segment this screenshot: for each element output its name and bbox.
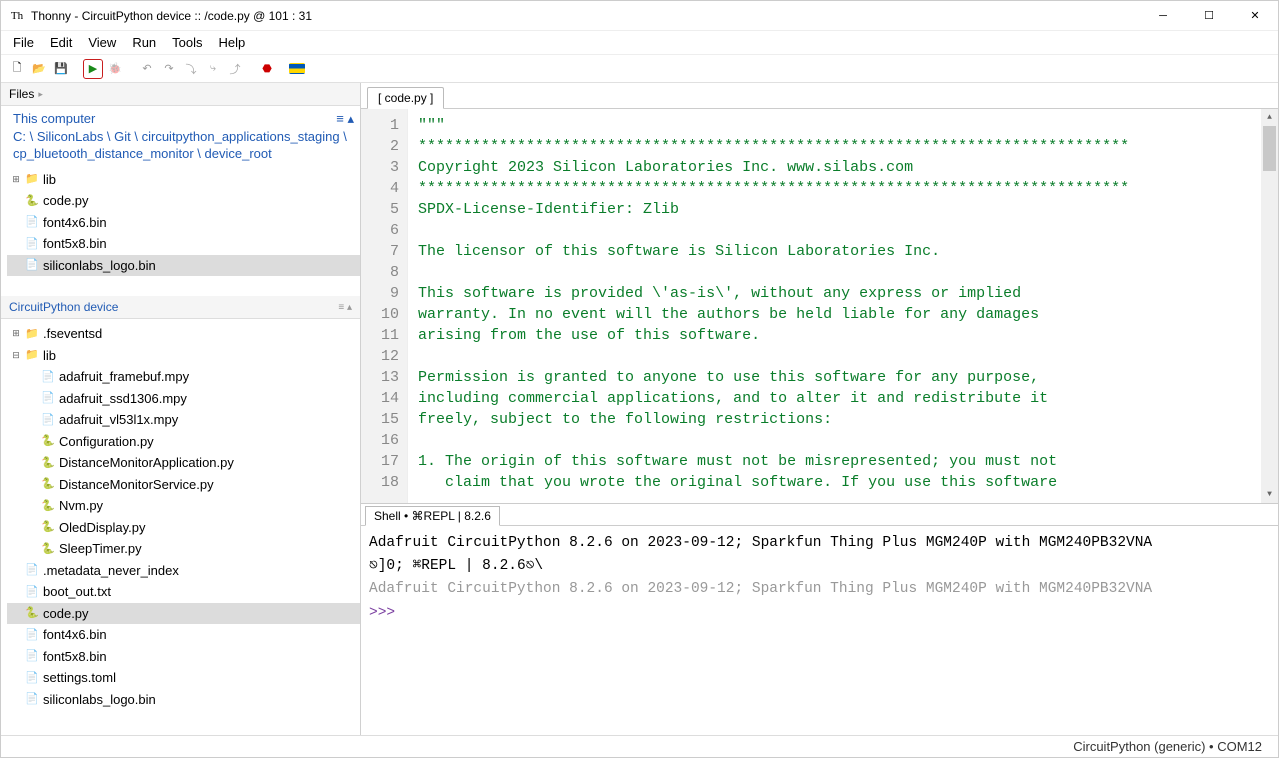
step-over-button[interactable]: ⤵ <box>181 59 201 79</box>
shell-output[interactable]: Adafruit CircuitPython 8.2.6 on 2023-09-… <box>361 526 1278 735</box>
file-lib[interactable]: ⊟📁lib <box>7 345 360 367</box>
close-button[interactable]: ✕ <box>1232 1 1278 31</box>
undo-button[interactable]: ↶ <box>137 59 157 79</box>
editor-tab-code[interactable]: [ code.py ] <box>367 87 444 109</box>
ukraine-flag-icon[interactable] <box>289 63 305 74</box>
file-Nvm.py[interactable]: 🐍Nvm.py <box>7 495 360 517</box>
menu-run[interactable]: Run <box>124 32 164 53</box>
app-icon: Th <box>9 8 25 24</box>
menu-file[interactable]: File <box>5 32 42 53</box>
menu-view[interactable]: View <box>80 32 124 53</box>
file-.fseventsd[interactable]: ⊞📁.fseventsd <box>7 323 360 345</box>
file-adafruit_ssd1306.mpy[interactable]: 📄adafruit_ssd1306.mpy <box>7 388 360 410</box>
toolbar: 🗋 📂 💾 ▶ 🐞 ↶ ↷ ⤵ ⤷ ⤴ ⬣ <box>1 55 1278 83</box>
stop-button[interactable]: ⬣ <box>257 59 277 79</box>
files-panel-header[interactable]: Files▸ <box>1 83 360 106</box>
files-sidebar: Files▸ This computer≡ ▴ C: \ SiliconLabs… <box>1 83 361 735</box>
file-SleepTimer.py[interactable]: 🐍SleepTimer.py <box>7 538 360 560</box>
file-.metadata_never_index[interactable]: 📄.metadata_never_index <box>7 560 360 582</box>
debug-button[interactable]: 🐞 <box>105 59 125 79</box>
new-file-button[interactable]: 🗋 <box>7 59 27 79</box>
open-file-button[interactable]: 📂 <box>29 59 49 79</box>
menu-edit[interactable]: Edit <box>42 32 80 53</box>
editor-area: [ code.py ] 123456789101112131415161718 … <box>361 83 1278 735</box>
file-settings.toml[interactable]: 📄settings.toml <box>7 667 360 689</box>
file-DistanceMonitorService.py[interactable]: 🐍DistanceMonitorService.py <box>7 474 360 496</box>
redo-button[interactable]: ↷ <box>159 59 179 79</box>
titlebar: Th Thonny - CircuitPython device :: /cod… <box>1 1 1278 31</box>
save-file-button[interactable]: 💾 <box>51 59 71 79</box>
file-adafruit_vl53l1x.mpy[interactable]: 📄adafruit_vl53l1x.mpy <box>7 409 360 431</box>
run-button[interactable]: ▶ <box>83 59 103 79</box>
editor-scrollbar[interactable]: ▲ ▼ <box>1261 109 1278 503</box>
step-into-button[interactable]: ⤷ <box>203 59 223 79</box>
code-text[interactable]: """*************************************… <box>408 109 1261 503</box>
file-siliconlabs_logo.bin[interactable]: 📄siliconlabs_logo.bin <box>7 255 360 277</box>
file-DistanceMonitorApplication.py[interactable]: 🐍DistanceMonitorApplication.py <box>7 452 360 474</box>
maximize-button[interactable]: ☐ <box>1186 1 1232 31</box>
minimize-button[interactable]: ─ <box>1140 1 1186 31</box>
file-adafruit_framebuf.mpy[interactable]: 📄adafruit_framebuf.mpy <box>7 366 360 388</box>
this-computer-label[interactable]: This computer≡ ▴ C: \ SiliconLabs \ Git … <box>7 110 360 169</box>
menubar: File Edit View Run Tools Help <box>1 31 1278 55</box>
file-font4x6.bin[interactable]: 📄font4x6.bin <box>7 624 360 646</box>
statusbar[interactable]: CircuitPython (generic) • COM12 <box>1 735 1278 757</box>
step-out-button[interactable]: ⤴ <box>225 59 245 79</box>
line-gutter: 123456789101112131415161718 <box>361 109 408 503</box>
menu-help[interactable]: Help <box>211 32 254 53</box>
file-siliconlabs_logo.bin[interactable]: 📄siliconlabs_logo.bin <box>7 689 360 711</box>
file-boot_out.txt[interactable]: 📄boot_out.txt <box>7 581 360 603</box>
title-text: Thonny - CircuitPython device :: /code.p… <box>31 9 1140 23</box>
device-panel-header[interactable]: CircuitPython device ≡ ▴ <box>1 296 360 319</box>
file-font5x8.bin[interactable]: 📄font5x8.bin <box>7 646 360 668</box>
file-Configuration.py[interactable]: 🐍Configuration.py <box>7 431 360 453</box>
file-font5x8.bin[interactable]: 📄font5x8.bin <box>7 233 360 255</box>
file-font4x6.bin[interactable]: 📄font4x6.bin <box>7 212 360 234</box>
file-lib[interactable]: ⊞📁lib <box>7 169 360 191</box>
path-breadcrumb[interactable]: C: \ SiliconLabs \ Git \ circuitpython_a… <box>13 129 347 162</box>
shell-tab[interactable]: Shell • ⌘REPL | 8.2.6 <box>365 506 500 526</box>
file-code.py[interactable]: 🐍code.py <box>7 190 360 212</box>
file-code.py[interactable]: 🐍code.py <box>7 603 360 625</box>
menu-tools[interactable]: Tools <box>164 32 210 53</box>
file-OledDisplay.py[interactable]: 🐍OledDisplay.py <box>7 517 360 539</box>
